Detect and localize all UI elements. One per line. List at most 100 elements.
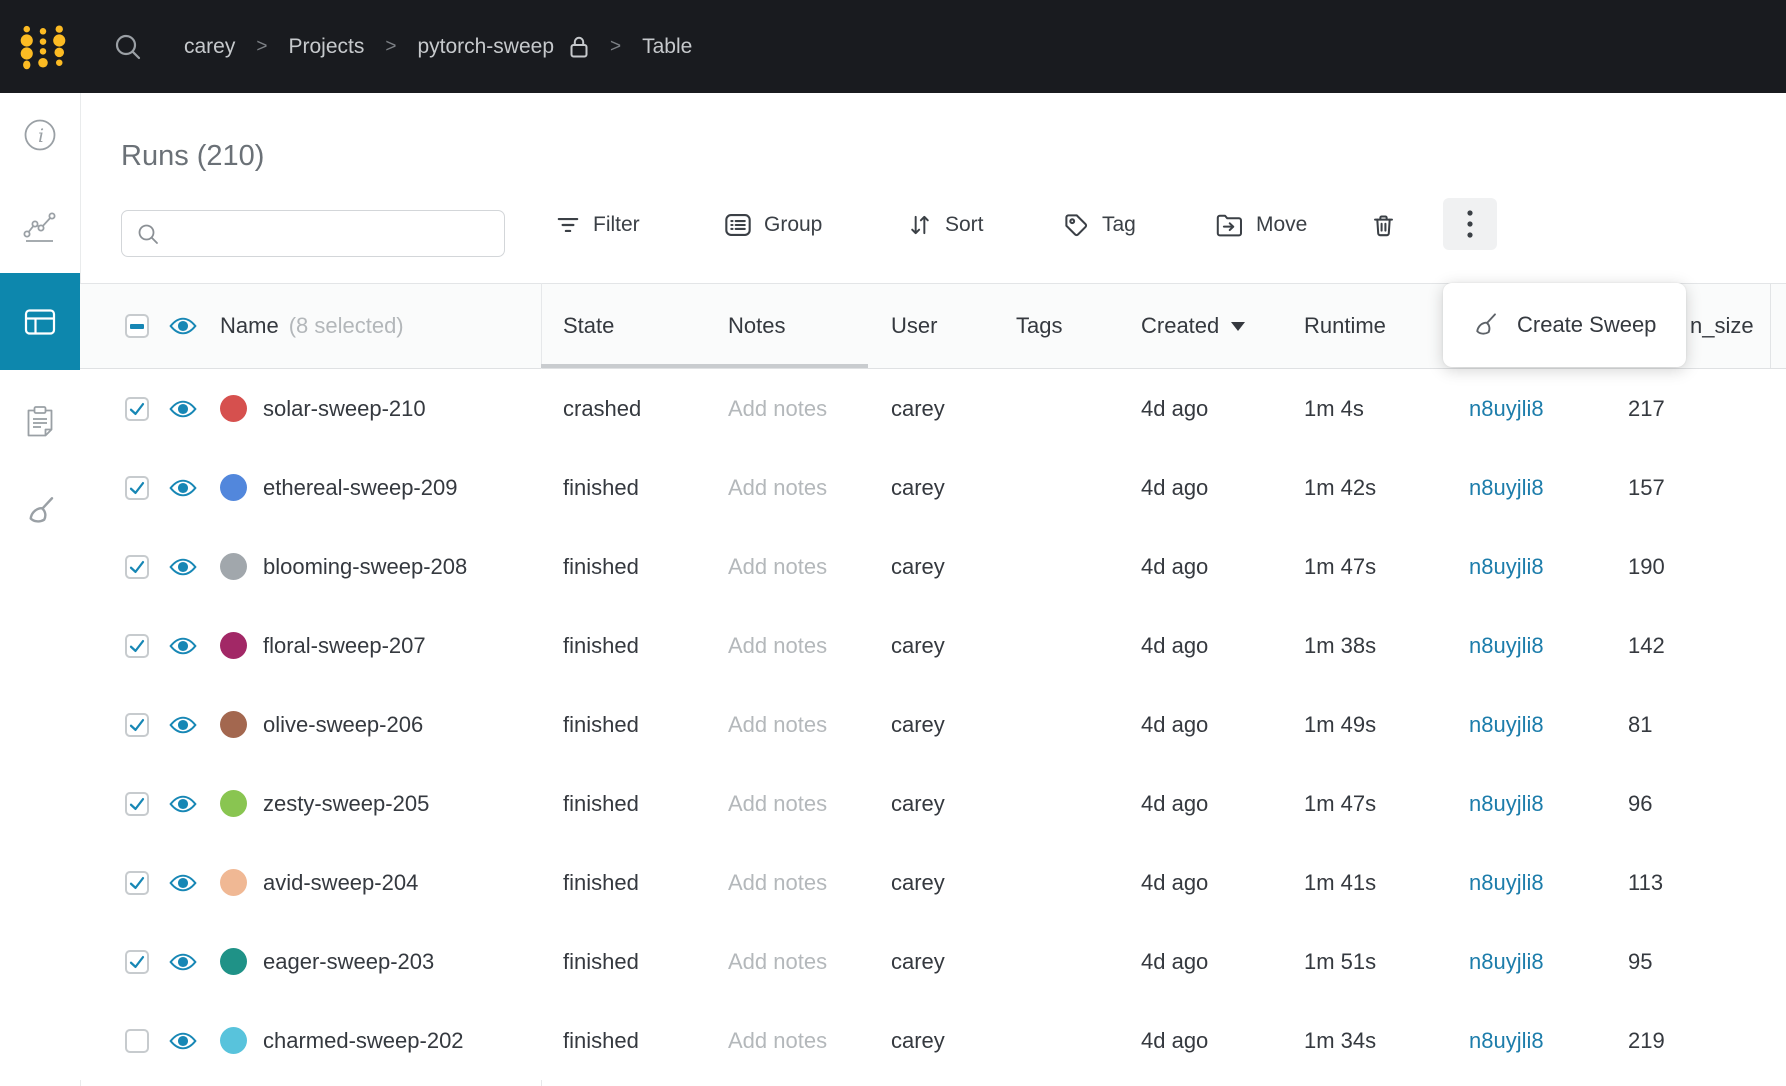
run-name-cell[interactable]: solar-sweep-210 [220,369,426,448]
row-visibility-eye-icon[interactable] [169,369,197,448]
run-name-cell[interactable]: charmed-sweep-202 [220,1001,464,1080]
run-notes-placeholder[interactable]: Add notes [728,448,827,527]
breadcrumb-user[interactable]: carey [184,35,235,59]
run-user: carey [891,448,945,527]
column-header-tags[interactable]: Tags [1016,284,1062,368]
more-actions-button[interactable] [1443,198,1497,250]
run-name[interactable]: zesty-sweep-205 [263,791,429,817]
row-checkbox[interactable] [125,950,149,974]
run-name[interactable]: eager-sweep-203 [263,949,434,975]
search-icon[interactable] [112,31,144,63]
lock-icon [569,35,589,59]
run-notes-placeholder[interactable]: Add notes [728,527,827,606]
table-icon [23,307,57,337]
run-name[interactable]: avid-sweep-204 [263,870,418,896]
run-name-cell[interactable]: zesty-sweep-205 [220,764,429,843]
runs-search-box[interactable] [121,210,505,257]
run-notes-placeholder[interactable]: Add notes [728,369,827,448]
sidebar-item-sweeps[interactable] [0,485,80,537]
clipboard-icon [24,404,56,440]
row-checkbox[interactable] [125,871,149,895]
run-runtime: 1m 42s [1304,448,1376,527]
run-name[interactable]: ethereal-sweep-209 [263,475,457,501]
row-checkbox[interactable] [125,792,149,816]
run-notes-placeholder[interactable]: Add notes [728,606,827,685]
column-header-name[interactable]: Name (8 selected) [220,284,404,368]
column-header-size[interactable]: n_size [1690,284,1754,368]
search-input[interactable] [171,222,490,246]
run-state: finished [563,448,639,527]
table-row: ethereal-sweep-209 finished Add notes ca… [80,448,1786,527]
run-name[interactable]: olive-sweep-206 [263,712,423,738]
run-name[interactable]: blooming-sweep-208 [263,554,467,580]
tag-button[interactable]: Tag [1063,199,1136,251]
column-header-user[interactable]: User [891,284,937,368]
column-header-created[interactable]: Created [1141,284,1245,368]
run-sweep-link[interactable]: n8uyjli8 [1469,606,1544,685]
table-row: avid-sweep-204 finished Add notes carey … [80,843,1786,922]
row-checkbox[interactable] [125,555,149,579]
row-visibility-eye-icon[interactable] [169,685,197,764]
kebab-menu-icon [1467,210,1473,238]
run-notes-placeholder[interactable]: Add notes [728,764,827,843]
run-sweep-link[interactable]: n8uyjli8 [1469,922,1544,1001]
run-notes-placeholder[interactable]: Add notes [728,1001,827,1080]
column-header-runtime[interactable]: Runtime [1304,284,1386,368]
run-name-cell[interactable]: eager-sweep-203 [220,922,434,1001]
sidebar-item-charts[interactable] [0,202,80,254]
sidebar-item-jobs[interactable] [0,396,80,448]
run-name[interactable]: charmed-sweep-202 [263,1028,464,1054]
breadcrumb: carey > Projects > pytorch-sweep > Table [184,35,692,59]
run-runtime: 1m 41s [1304,843,1376,922]
breadcrumb-page[interactable]: Table [642,35,692,59]
run-state: finished [563,685,639,764]
filter-button[interactable]: Filter [555,199,640,251]
group-button[interactable]: Group [724,199,822,251]
sidebar-item-overview[interactable]: i [0,109,80,161]
row-visibility-eye-icon[interactable] [169,1001,197,1080]
run-name-cell[interactable]: floral-sweep-207 [220,606,426,685]
run-sweep-link[interactable]: n8uyjli8 [1469,843,1544,922]
breadcrumb-projects[interactable]: Projects [288,35,364,59]
delete-button[interactable] [1370,199,1397,251]
run-color-dot [220,790,247,817]
created-header-label: Created [1141,313,1219,339]
row-visibility-eye-icon[interactable] [169,448,197,527]
row-checkbox[interactable] [125,476,149,500]
run-name[interactable]: solar-sweep-210 [263,396,426,422]
sidebar-item-table[interactable] [0,273,80,370]
run-name-cell[interactable]: avid-sweep-204 [220,843,418,922]
column-header-state[interactable]: State [563,284,614,368]
run-notes-placeholder[interactable]: Add notes [728,685,827,764]
column-header-notes[interactable]: Notes [728,284,785,368]
row-visibility-eye-icon[interactable] [169,843,197,922]
wandb-logo[interactable] [17,21,69,73]
run-sweep-link[interactable]: n8uyjli8 [1469,448,1544,527]
row-visibility-eye-icon[interactable] [169,764,197,843]
row-visibility-eye-icon[interactable] [169,922,197,1001]
move-button[interactable]: Move [1215,199,1307,251]
run-name-cell[interactable]: olive-sweep-206 [220,685,423,764]
row-visibility-eye-icon[interactable] [169,606,197,685]
run-sweep-link[interactable]: n8uyjli8 [1469,685,1544,764]
sort-button[interactable]: Sort [907,199,984,251]
run-notes-placeholder[interactable]: Add notes [728,922,827,1001]
broom-icon [1470,310,1500,340]
row-checkbox[interactable] [125,397,149,421]
run-name-cell[interactable]: blooming-sweep-208 [220,527,467,606]
row-visibility-eye-icon[interactable] [169,527,197,606]
row-checkbox[interactable] [125,713,149,737]
run-sweep-link[interactable]: n8uyjli8 [1469,764,1544,843]
run-notes-placeholder[interactable]: Add notes [728,843,827,922]
create-sweep-menu-item[interactable]: Create Sweep [1443,283,1686,367]
toggle-all-visibility-eye-icon[interactable] [169,284,197,368]
run-name-cell[interactable]: ethereal-sweep-209 [220,448,457,527]
run-name[interactable]: floral-sweep-207 [263,633,426,659]
run-sweep-link[interactable]: n8uyjli8 [1469,527,1544,606]
run-sweep-link[interactable]: n8uyjli8 [1469,1001,1544,1080]
row-checkbox[interactable] [125,634,149,658]
select-all-checkbox[interactable] [125,284,149,368]
row-checkbox[interactable] [125,1029,149,1053]
breadcrumb-project-name[interactable]: pytorch-sweep [417,35,554,59]
run-sweep-link[interactable]: n8uyjli8 [1469,369,1544,448]
